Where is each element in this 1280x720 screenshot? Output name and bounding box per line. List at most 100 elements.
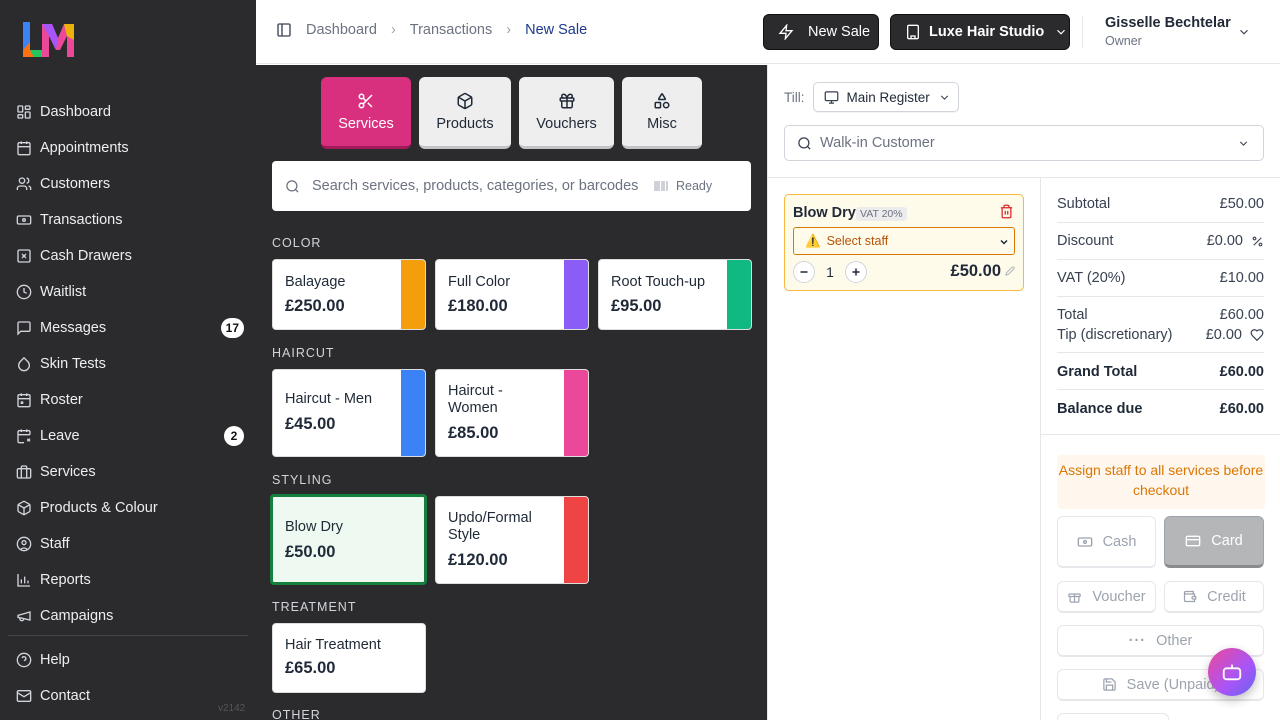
sidebar-item-help[interactable]: Help — [8, 642, 248, 678]
till-label: Till: — [784, 89, 805, 105]
user-menu[interactable]: Gisselle Bechtelar Owner — [1105, 15, 1231, 48]
service-name: Balayage — [285, 274, 346, 290]
balance-value: £60.00 — [1219, 401, 1264, 417]
tab-vouchers[interactable]: Vouchers — [519, 77, 614, 149]
service-price: £85.00 — [448, 424, 499, 442]
trash-icon[interactable] — [999, 204, 1014, 219]
service-card-updo-formal-style[interactable]: Updo/Formal Style £120.00 — [435, 496, 589, 584]
increase-qty-button[interactable] — [845, 261, 867, 283]
monitor-icon — [824, 90, 838, 104]
catalog-panel: Services Products Vouchers Misc Search s… — [256, 65, 767, 720]
user-circle-icon — [16, 536, 32, 552]
grand-total-value: £60.00 — [1219, 364, 1264, 380]
sidebar-item-staff[interactable]: Staff — [8, 526, 248, 562]
tab-services[interactable]: Services — [321, 77, 411, 149]
service-card-root-touch-up[interactable]: Root Touch-up £95.00 — [598, 259, 752, 330]
category-heading: STYLING — [272, 473, 333, 487]
checkout-warning: Assign staff to all services before chec… — [1057, 455, 1265, 509]
percent-icon[interactable] — [1251, 235, 1264, 248]
sidebar-item-transactions[interactable]: Transactions — [8, 202, 248, 238]
warning-icon: ⚠️ — [805, 233, 821, 248]
briefcase-icon — [16, 465, 32, 479]
voucher-button[interactable]: Voucher — [1057, 581, 1156, 613]
cash-button[interactable]: Cash — [1057, 516, 1156, 568]
brand-logo[interactable] — [20, 20, 76, 60]
staff-select[interactable]: ⚠️ Select staff — [793, 227, 1015, 255]
customer-search[interactable]: Walk-in Customer — [784, 125, 1264, 161]
sidebar-item-services[interactable]: Services — [8, 454, 248, 490]
more-payment-button[interactable] — [1057, 713, 1169, 720]
decrease-qty-button[interactable] — [793, 261, 815, 283]
sidebar-item-roster[interactable]: Roster — [8, 382, 248, 418]
sidebar-item-campaigns[interactable]: Campaigns — [8, 598, 248, 634]
till-selector[interactable]: Main Register — [812, 82, 959, 112]
leave-icon — [17, 429, 31, 444]
tab-products[interactable]: Products — [419, 77, 511, 149]
card-button[interactable]: Card — [1164, 516, 1264, 568]
service-card-haircut-men[interactable]: Haircut - Men £45.00 — [272, 369, 426, 457]
customer-placeholder: Walk-in Customer — [820, 135, 935, 151]
vat-badge: VAT 20% — [856, 207, 907, 221]
service-card-haircut-women[interactable]: Haircut - Women £85.00 — [435, 369, 589, 457]
sidebar-item-messages[interactable]: Messages 17 — [8, 310, 248, 346]
chevron-down-icon — [1000, 239, 1008, 245]
sidebar-item-label: Messages — [40, 320, 107, 336]
cart-line-item: Blow Dry VAT 20% ⚠️ Select staff 1 £50.0… — [784, 194, 1024, 291]
service-card-full-color[interactable]: Full Color £180.00 — [435, 259, 589, 330]
category-color-stripe — [401, 370, 425, 456]
heart-icon[interactable] — [1250, 328, 1264, 342]
search-input[interactable]: Search services, products, categories, o… — [312, 178, 638, 194]
sidebar-item-waitlist[interactable]: Waitlist — [8, 274, 248, 310]
package-icon — [17, 500, 31, 516]
sidebar-item-leave[interactable]: Leave 2 — [8, 418, 248, 454]
tab-misc[interactable]: Misc — [622, 77, 702, 149]
sidebar-item-customers[interactable]: Customers — [8, 166, 248, 202]
service-card-balayage[interactable]: Balayage £250.00 — [272, 259, 426, 330]
category-heading: TREATMENT — [272, 600, 357, 614]
divider — [1057, 259, 1264, 260]
sidebar-item-skin-tests[interactable]: Skin Tests — [8, 346, 248, 382]
catalog-search[interactable]: Search services, products, categories, o… — [272, 161, 751, 211]
edit-pencil-icon[interactable] — [1005, 266, 1015, 276]
sidebar-item-appointments[interactable]: Appointments — [8, 130, 248, 166]
quantity-stepper: 1 — [793, 261, 867, 283]
service-price: £95.00 — [611, 297, 662, 315]
new-sale-label: New Sale — [808, 24, 871, 40]
message-icon — [17, 321, 31, 336]
breadcrumb-dashboard[interactable]: Dashboard — [306, 22, 377, 38]
service-card-blow-dry[interactable]: Blow Dry £50.00 — [270, 494, 427, 585]
breadcrumb-transactions[interactable]: Transactions — [410, 22, 492, 38]
gift-icon — [559, 92, 574, 108]
line-item-price[interactable]: £50.00 — [951, 262, 1001, 281]
vat-value: £10.00 — [1219, 270, 1264, 286]
sidebar-toggle-icon[interactable] — [276, 22, 292, 38]
sidebar-item-reports[interactable]: Reports — [8, 562, 248, 598]
service-name: Haircut - Men — [285, 391, 373, 407]
service-card-hair-treatment[interactable]: Hair Treatment £65.00 — [272, 623, 426, 693]
studio-selector[interactable]: Luxe Hair Studio — [890, 14, 1070, 50]
bar-chart-icon — [17, 574, 30, 587]
breadcrumb-current: New Sale — [525, 22, 588, 38]
category-color-stripe — [564, 497, 588, 583]
new-sale-button[interactable]: New Sale — [763, 14, 879, 50]
sidebar-item-contact[interactable]: Contact — [8, 678, 248, 714]
sidebar-item-label: Roster — [40, 392, 83, 408]
chevron-down-icon[interactable] — [1237, 25, 1251, 39]
sidebar-item-products-colour[interactable]: Products & Colour — [8, 490, 248, 526]
scanner-status: Ready — [654, 179, 712, 193]
sidebar-item-dashboard[interactable]: Dashboard — [8, 94, 248, 130]
category-heading: COLOR — [272, 236, 322, 250]
calendar-icon — [17, 141, 31, 156]
quantity-value: 1 — [826, 264, 834, 280]
sidebar-item-cash-drawers[interactable]: Cash Drawers — [8, 238, 248, 274]
balance-due-row: Balance due £60.00 — [1057, 401, 1264, 417]
total-label: Total — [1057, 307, 1088, 323]
category-heading: HAIRCUT — [272, 346, 335, 360]
service-price: £45.00 — [285, 415, 336, 433]
assistant-bot-button[interactable] — [1208, 648, 1256, 696]
credit-button[interactable]: Credit — [1164, 581, 1264, 613]
header-divider — [1082, 16, 1083, 48]
category-color-stripe — [401, 260, 425, 329]
sidebar-item-label: Transactions — [40, 212, 123, 228]
catalog-tabs: Services Products Vouchers Misc — [321, 77, 710, 149]
